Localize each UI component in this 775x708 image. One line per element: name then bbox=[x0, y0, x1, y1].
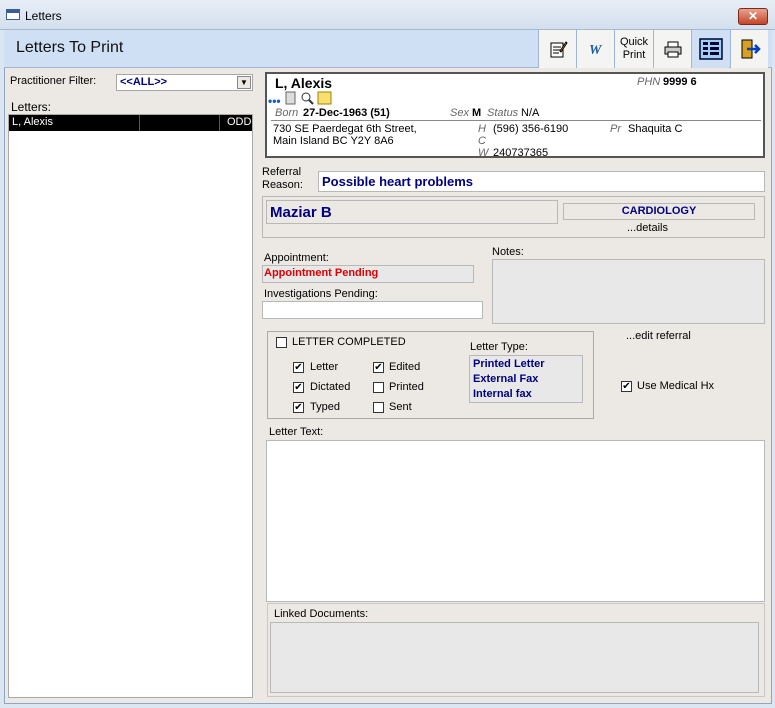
divider bbox=[271, 120, 761, 121]
edit-note-button[interactable] bbox=[538, 30, 576, 68]
quick-print-label-2: Print bbox=[622, 49, 646, 61]
dictated-label: Dictated bbox=[310, 381, 351, 393]
phn-value: 9999 6 bbox=[663, 76, 697, 88]
use-medical-hx-checkbox[interactable]: ✔ bbox=[621, 381, 632, 392]
phn-label: PHN bbox=[637, 76, 661, 88]
linked-documents-label: Linked Documents: bbox=[274, 608, 369, 620]
home-phone-label: H bbox=[478, 123, 486, 135]
work-phone-value: 240737365 bbox=[493, 147, 549, 159]
appointment-value: Appointment Pending bbox=[264, 267, 379, 279]
printed-checkbox[interactable] bbox=[373, 382, 384, 393]
letter-type-option[interactable]: Internal fax bbox=[473, 388, 532, 400]
notes-textarea[interactable] bbox=[492, 259, 765, 324]
list-item[interactable]: L, Alexis ODD bbox=[9, 115, 252, 131]
referred-doctor-field[interactable]: Maziar B bbox=[266, 200, 558, 224]
letter-completed-label: LETTER COMPLETED bbox=[292, 336, 406, 348]
work-phone-label: W bbox=[478, 147, 489, 159]
letter-type-option[interactable]: External Fax bbox=[473, 373, 538, 385]
details-link[interactable]: ...details bbox=[627, 222, 668, 234]
referral-label-2: Reason: bbox=[262, 179, 303, 191]
window-icon bbox=[6, 9, 20, 20]
exit-button[interactable] bbox=[730, 30, 768, 68]
appointment-label: Appointment: bbox=[264, 252, 329, 264]
status-value: N/A bbox=[521, 107, 540, 119]
chevron-down-icon[interactable]: ▼ bbox=[237, 76, 251, 89]
letter-type-label: Letter Type: bbox=[470, 341, 528, 353]
letter-type-option[interactable]: Printed Letter bbox=[473, 358, 545, 370]
window-title: Letters bbox=[25, 9, 62, 23]
address-line-1: 730 SE Paerdegat 6th Street, bbox=[273, 123, 417, 135]
specialty-value: CARDIOLOGY bbox=[621, 205, 697, 217]
patient-tools-icon[interactable] bbox=[285, 91, 333, 106]
letters-list[interactable]: L, Alexis ODD bbox=[8, 114, 253, 698]
page-title: Letters To Print bbox=[16, 39, 124, 56]
notes-label: Notes: bbox=[492, 246, 524, 258]
referral-label-1: Referral bbox=[262, 166, 302, 178]
status-label: Status bbox=[487, 107, 519, 119]
exit-door-icon bbox=[741, 39, 761, 59]
svg-text:W: W bbox=[589, 43, 603, 58]
letter-text-area[interactable] bbox=[266, 440, 765, 602]
printed-label: Printed bbox=[389, 381, 424, 393]
cell-phone-label: C bbox=[478, 135, 486, 147]
born-label: Born bbox=[275, 107, 299, 119]
referred-doctor-value: Maziar B bbox=[270, 204, 332, 221]
letter-type-list[interactable]: Printed Letter External Fax Internal fax bbox=[469, 355, 583, 403]
linked-documents-list[interactable] bbox=[270, 622, 759, 693]
sent-label: Sent bbox=[389, 401, 412, 413]
list-item-code: ODD bbox=[227, 116, 252, 128]
list-item-name: L, Alexis bbox=[12, 116, 53, 128]
divider bbox=[219, 115, 220, 131]
sent-checkbox[interactable] bbox=[373, 402, 384, 413]
patient-card: L, Alexis PHN 9999 6 ••• Born 27-Dec-196… bbox=[265, 72, 765, 159]
close-button[interactable]: ✕ bbox=[738, 8, 768, 25]
title-bar: Letters ✕ bbox=[0, 0, 775, 30]
appointment-field[interactable]: Appointment Pending bbox=[262, 265, 474, 283]
edit-referral-link[interactable]: ...edit referral bbox=[626, 330, 691, 342]
referral-reason-value: Possible heart problems bbox=[322, 174, 473, 189]
sex-value: M bbox=[472, 107, 482, 119]
practitioner-value: Shaquita C bbox=[628, 123, 683, 135]
investigations-input[interactable] bbox=[262, 301, 483, 319]
typed-label: Typed bbox=[310, 401, 340, 413]
practitioner-filter-label: Practitioner Filter: bbox=[10, 75, 97, 87]
letter-completed-checkbox[interactable] bbox=[276, 337, 287, 348]
quick-print-button[interactable]: Quick Print bbox=[614, 30, 653, 68]
word-icon: W bbox=[589, 43, 603, 58]
word-button[interactable]: W bbox=[576, 30, 614, 68]
typed-checkbox[interactable]: ✔ bbox=[293, 402, 304, 413]
use-medical-hx-label: Use Medical Hx bbox=[637, 380, 715, 392]
edited-checkbox[interactable]: ✔ bbox=[373, 362, 384, 373]
practitioner-filter-select[interactable]: <<ALL>> ▼ bbox=[116, 74, 253, 91]
letters-label: Letters: bbox=[11, 100, 52, 114]
edit-note-icon bbox=[550, 41, 568, 58]
sex-label: Sex bbox=[450, 107, 469, 119]
practitioner-label: Pr bbox=[610, 123, 621, 135]
divider bbox=[139, 115, 140, 131]
dictated-checkbox[interactable]: ✔ bbox=[293, 382, 304, 393]
specialty-field: CARDIOLOGY bbox=[563, 203, 755, 220]
printer-icon bbox=[664, 41, 681, 58]
letter-checkbox[interactable]: ✔ bbox=[293, 362, 304, 373]
letter-text-label: Letter Text: bbox=[269, 426, 324, 438]
home-phone-value: (596) 356-6190 bbox=[493, 123, 569, 135]
letter-label: Letter bbox=[310, 361, 339, 373]
practitioner-filter-value: <<ALL>> bbox=[120, 76, 168, 88]
more-dots-icon[interactable]: ••• bbox=[268, 94, 281, 108]
investigations-label: Investigations Pending: bbox=[264, 288, 378, 300]
patient-name: L, Alexis bbox=[275, 75, 333, 91]
address-line-2: Main Island BC Y2Y 8A6 bbox=[273, 135, 394, 147]
quick-print-label-1: Quick bbox=[619, 36, 649, 48]
born-value: 27-Dec-1963 (51) bbox=[303, 107, 390, 119]
list-view-icon bbox=[698, 38, 723, 60]
print-button[interactable] bbox=[653, 30, 691, 68]
header-bar: Letters To Print W Quick Print bbox=[4, 30, 772, 68]
referral-reason-input[interactable]: Possible heart problems bbox=[318, 171, 765, 192]
list-view-button[interactable] bbox=[691, 30, 729, 68]
edited-label: Edited bbox=[389, 361, 421, 373]
